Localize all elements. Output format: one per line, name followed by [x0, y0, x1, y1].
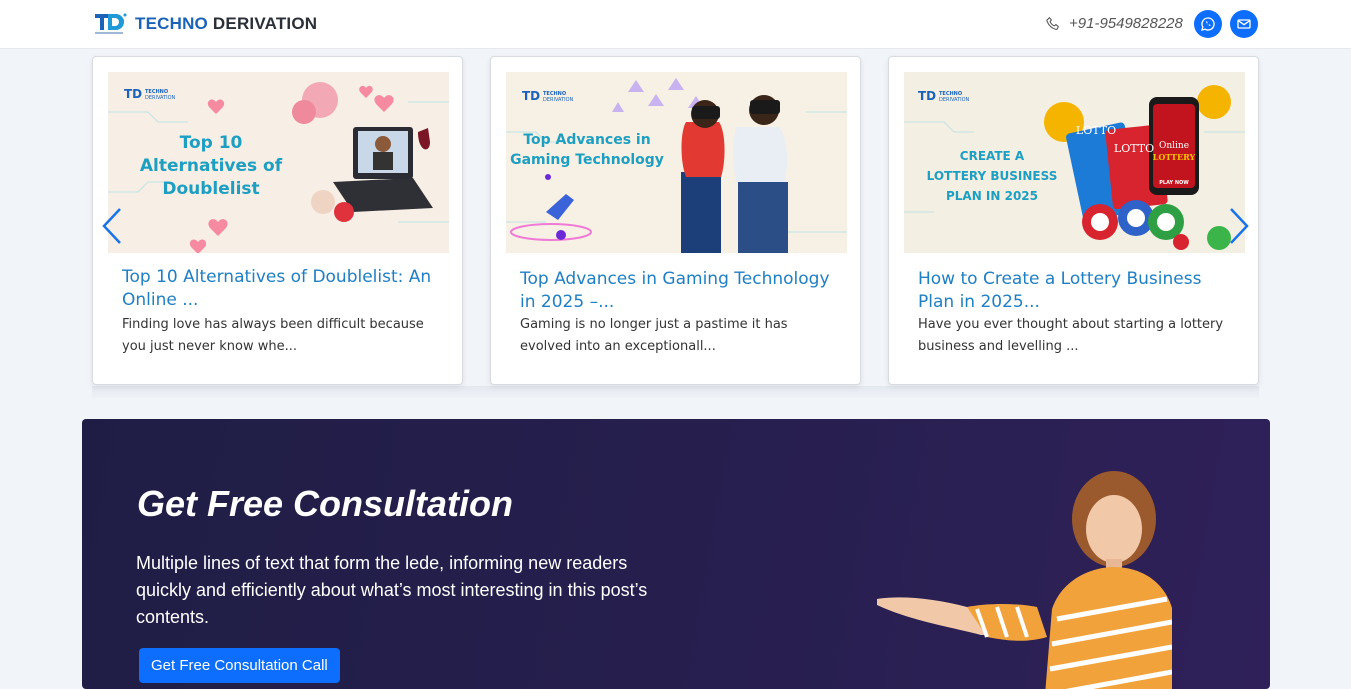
thumb-title-line: Doublelist — [162, 179, 259, 199]
consultation-call-button[interactable]: Get Free Consultation Call — [139, 648, 340, 683]
blog-card-image[interactable]: Online LOTTERY PLAY NOW LOTTO LOTTO CREA… — [904, 72, 1245, 253]
blog-card[interactable]: Top Advances in Gaming Technology TD TEC… — [490, 56, 861, 385]
thumb-logo-text: DERIVATION — [543, 97, 574, 103]
phone-contact[interactable]: +91-9549828228 — [1045, 15, 1183, 32]
thumb-title-line: LOTTERY BUSINESS — [927, 169, 1058, 183]
whatsapp-icon — [1201, 17, 1215, 31]
email-button[interactable] — [1230, 10, 1258, 38]
thumb-title-line: Top 10 — [180, 133, 243, 153]
blog-card-title[interactable]: Top 10 Alternatives of Doublelist: An On… — [122, 266, 442, 312]
chevron-left-icon[interactable] — [100, 206, 124, 246]
whatsapp-button[interactable] — [1194, 10, 1222, 38]
consultant-image — [877, 471, 1172, 689]
blog-card-title[interactable]: How to Create a Lottery Business Plan in… — [918, 268, 1238, 314]
consultation-banner: Get Free Consultation Multiple lines of … — [82, 419, 1270, 689]
thumb-title-line: Gaming Technology — [510, 152, 664, 168]
lottery-phone-text: LOTTERY — [1153, 152, 1196, 162]
lottery-ticket-text: LOTTO — [1114, 142, 1154, 155]
lottery-ticket-text: LOTTO — [1076, 124, 1116, 137]
brand-logo[interactable]: TECHNO DERIVATION — [93, 11, 317, 37]
blog-card-image[interactable]: Top Advances in Gaming Technology TD TEC… — [506, 72, 847, 253]
consultation-heading: Get Free Consultation — [137, 483, 514, 524]
blog-card-excerpt: Gaming is no longer just a pastime it ha… — [520, 317, 788, 354]
blog-card-title[interactable]: Top Advances in Gaming Technology in 202… — [520, 268, 840, 314]
thumb-title-line: Top Advances in — [523, 132, 650, 148]
lottery-play-text: PLAY NOW — [1159, 180, 1189, 186]
thumb-title-line: Alternatives of — [140, 156, 283, 176]
phone-icon — [1046, 16, 1059, 30]
carousel-shadow — [92, 386, 1259, 398]
lottery-phone-text: Online — [1159, 141, 1189, 151]
thumb-title-line: PLAN IN 2025 — [946, 189, 1038, 203]
thumb-title-line: CREATE A — [960, 149, 1025, 163]
blog-card[interactable]: Online LOTTERY PLAY NOW LOTTO LOTTO CREA… — [888, 56, 1259, 385]
blog-carousel: Top 10 Alternatives of Doublelist TD TEC… — [92, 56, 1259, 398]
brand-name-part2: DERIVATION — [212, 14, 318, 33]
thumb-logo-text: DERIVATION — [145, 95, 176, 101]
svg-text:TD: TD — [522, 89, 540, 103]
thumb-logo-text: DERIVATION — [939, 97, 970, 103]
blog-card-excerpt: Finding love has always been difficult b… — [122, 317, 424, 354]
td-logo-icon — [95, 13, 127, 34]
brand-name: TECHNO DERIVATION — [135, 14, 317, 34]
svg-text:TD: TD — [124, 87, 142, 101]
blog-card-excerpt: Have you ever thought about starting a l… — [918, 317, 1224, 354]
mail-icon — [1237, 19, 1251, 29]
chevron-right-icon[interactable] — [1227, 206, 1251, 246]
consultation-lede: Multiple lines of text that form the led… — [136, 553, 648, 627]
phone-number: +91-9549828228 — [1069, 15, 1183, 32]
blog-card[interactable]: Top 10 Alternatives of Doublelist TD TEC… — [92, 56, 463, 385]
svg-text:TD: TD — [918, 89, 936, 103]
brand-name-part1: TECHNO — [135, 14, 208, 33]
blog-card-image[interactable]: Top 10 Alternatives of Doublelist TD TEC… — [108, 72, 449, 253]
site-header: TECHNO DERIVATION +91-9549828228 — [0, 0, 1351, 49]
